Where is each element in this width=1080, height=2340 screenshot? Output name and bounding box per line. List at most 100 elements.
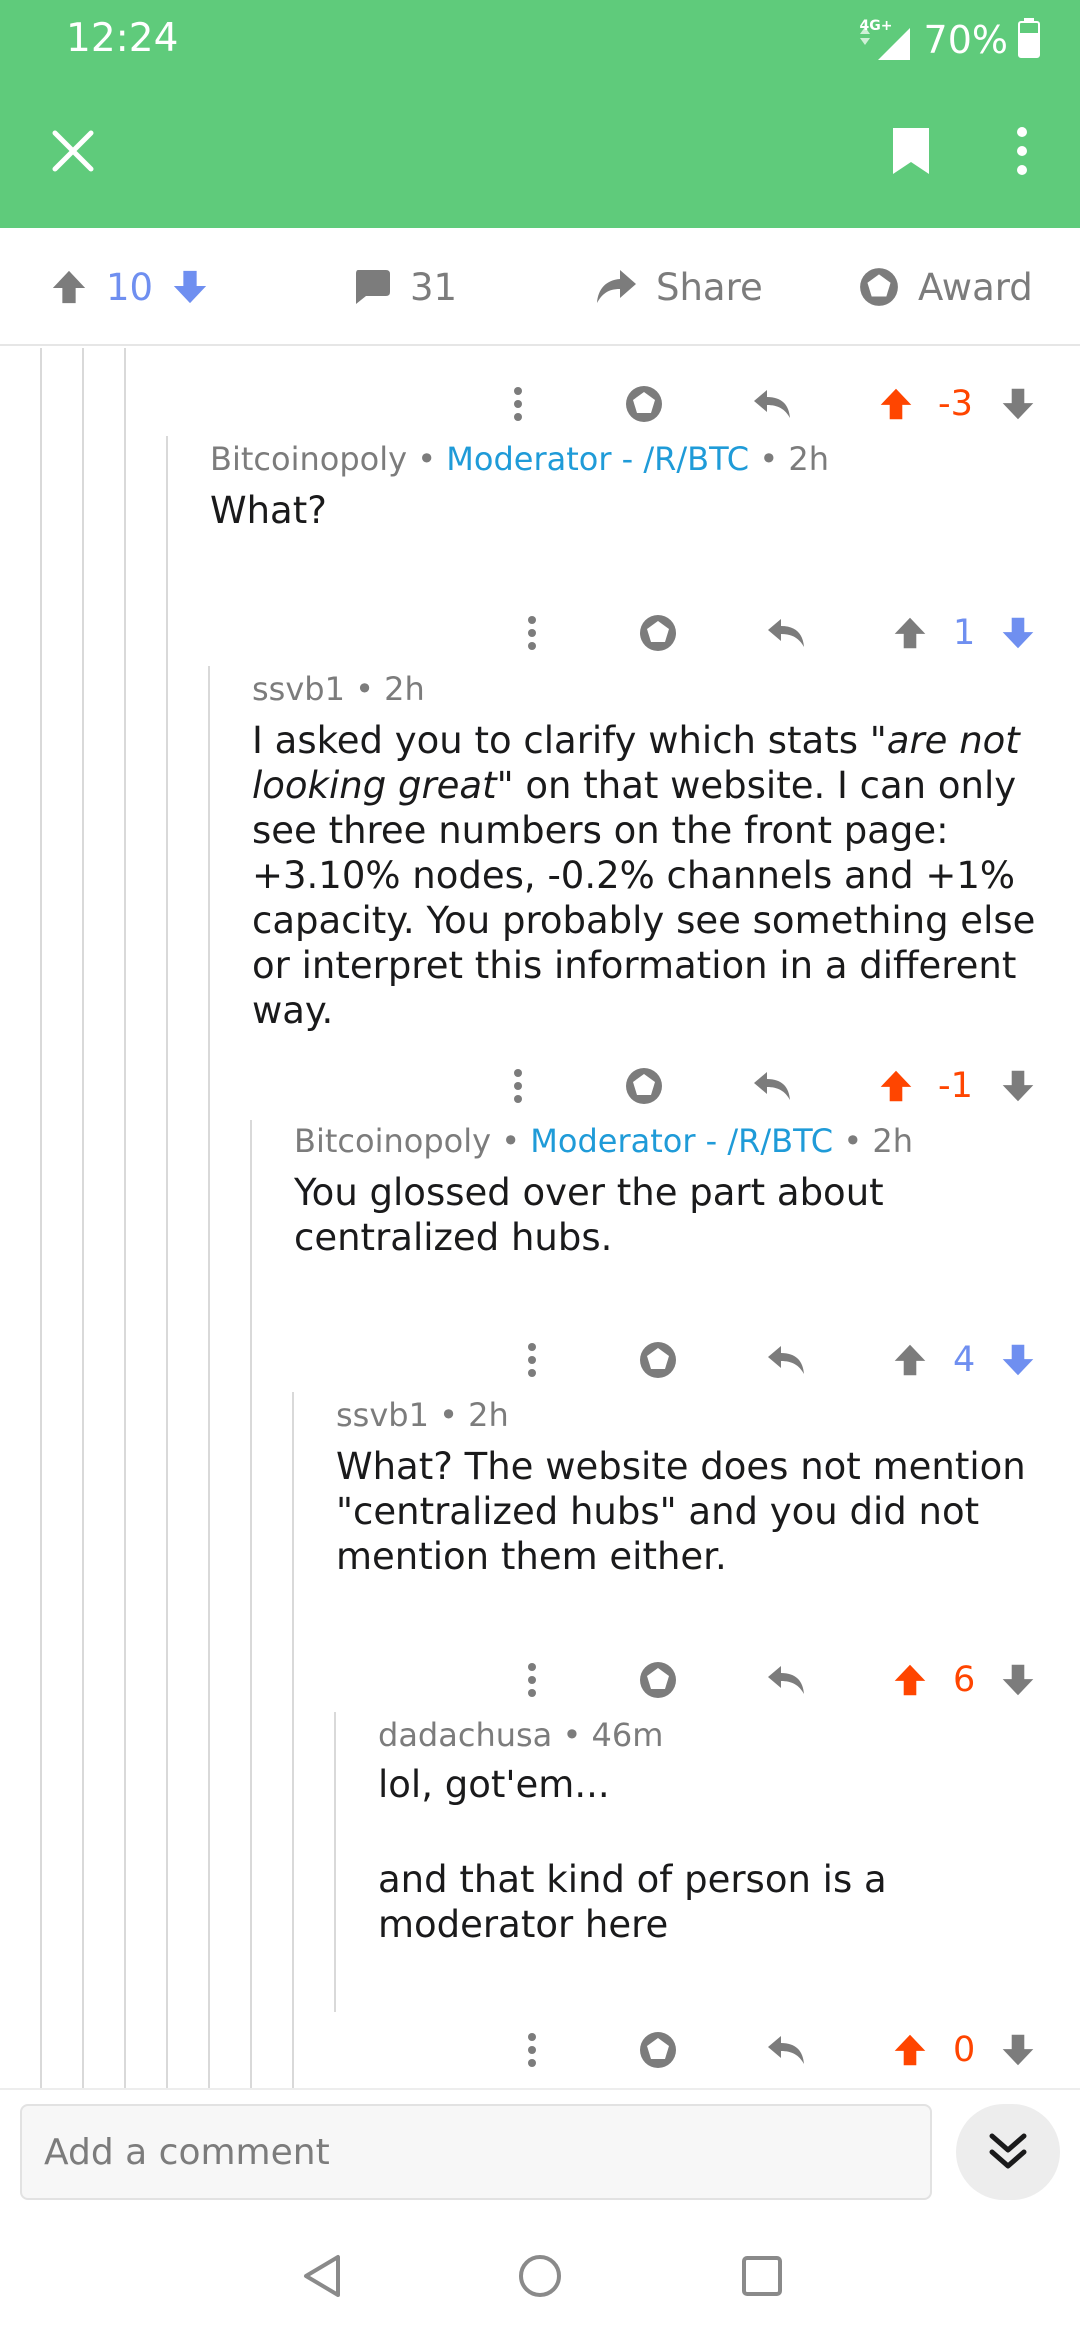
- upvote-button[interactable]: [876, 374, 916, 434]
- comment-thread-screen: 12:24 4G+ 70% 10 31 Share Award -3 Bitco…: [0, 0, 1080, 2340]
- comment-author[interactable]: ssvb1: [336, 1396, 429, 1434]
- comment-more-button[interactable]: [510, 2020, 554, 2080]
- comment-more-button[interactable]: [496, 374, 540, 434]
- separator-dot: •: [501, 1122, 531, 1160]
- separator-dot: •: [417, 440, 447, 478]
- more-options-button[interactable]: [996, 120, 1048, 182]
- award-icon: [640, 615, 676, 651]
- thread-line: [250, 1120, 252, 2088]
- comment-count: 31: [410, 265, 458, 309]
- reply-arrow-icon: [754, 390, 790, 418]
- upvote-button[interactable]: [890, 1330, 930, 1390]
- upvote-button[interactable]: [890, 2020, 930, 2080]
- comment-actions: -1: [0, 1056, 1080, 1116]
- comment-text: and that kind of person is a moderator h…: [378, 1858, 887, 1946]
- post-action-bar: 10 31 Share Award: [0, 228, 1080, 346]
- comment-actions: 0: [0, 2020, 1080, 2080]
- more-vertical-icon: [1017, 127, 1027, 175]
- award-button[interactable]: [636, 1330, 680, 1390]
- award-icon: [860, 268, 898, 306]
- home-button[interactable]: [500, 2236, 580, 2316]
- separator-dot: •: [562, 1716, 592, 1754]
- comment-author[interactable]: dadachusa: [378, 1716, 552, 1754]
- comment-age: 2h: [384, 670, 425, 708]
- comment-actions: -3: [0, 374, 1080, 434]
- award-button[interactable]: Award: [858, 228, 1033, 346]
- separator-dot: •: [759, 440, 789, 478]
- comment-more-button[interactable]: [496, 1056, 540, 1116]
- downvote-button[interactable]: [998, 2020, 1038, 2080]
- downvote-arrow-icon: [1002, 617, 1034, 649]
- comments-button[interactable]: 31: [352, 228, 457, 346]
- downvote-button[interactable]: [998, 374, 1038, 434]
- reply-arrow-icon: [768, 1346, 804, 1374]
- reply-button[interactable]: [762, 1650, 810, 1710]
- system-nav-bar: [0, 2214, 1080, 2340]
- comment-more-button[interactable]: [510, 1330, 554, 1390]
- comment-age: 2h: [788, 440, 829, 478]
- upvote-button[interactable]: [890, 603, 930, 663]
- comment-body: You glossed over the part about centrali…: [294, 1171, 884, 1259]
- award-button[interactable]: [636, 1650, 680, 1710]
- award-button[interactable]: [622, 1056, 666, 1116]
- reply-button[interactable]: [762, 2020, 810, 2080]
- reply-button[interactable]: [748, 1056, 796, 1116]
- downvote-button[interactable]: [998, 1056, 1038, 1116]
- comment-more-button[interactable]: [510, 603, 554, 663]
- close-button[interactable]: [42, 120, 104, 182]
- recents-button[interactable]: [722, 2236, 802, 2316]
- downvote-arrow-icon[interactable]: [171, 268, 209, 306]
- add-comment-input[interactable]: Add a comment: [20, 2104, 932, 2200]
- comment-body: lol, got'em... and that kind of person i…: [378, 1762, 1068, 1947]
- award-icon: [640, 2032, 676, 2068]
- share-arrow-icon: [597, 270, 636, 303]
- comment-age: 46m: [591, 1716, 664, 1754]
- upvote-button[interactable]: [876, 1056, 916, 1116]
- post-vote-control: 10: [50, 228, 209, 346]
- upvote-arrow-icon[interactable]: [50, 268, 88, 306]
- comment-meta: Bitcoinopoly • Moderator - /R/BTC • 2h: [210, 440, 829, 478]
- status-time: 12:24: [66, 16, 179, 61]
- reply-button[interactable]: [762, 603, 810, 663]
- more-vertical-icon: [528, 616, 536, 650]
- comment-author[interactable]: ssvb1: [252, 670, 345, 708]
- comment-meta: dadachusa • 46m: [378, 1716, 663, 1754]
- comment-author[interactable]: Bitcoinopoly: [294, 1122, 491, 1160]
- back-button[interactable]: [282, 2236, 362, 2316]
- collapse-thread-button[interactable]: [956, 2104, 1060, 2200]
- share-button[interactable]: Share: [594, 228, 763, 346]
- downvote-arrow-icon: [1002, 1664, 1034, 1696]
- reply-button[interactable]: [762, 1330, 810, 1390]
- comment-score: 4: [953, 1340, 976, 1380]
- separator-dot: •: [355, 670, 385, 708]
- app-header: 12:24 4G+ 70%: [0, 0, 1080, 228]
- upvote-arrow-icon: [880, 1070, 912, 1102]
- comment-author[interactable]: Bitcoinopoly: [210, 440, 407, 478]
- reply-button[interactable]: [748, 374, 796, 434]
- comment-meta: ssvb1 • 2h: [252, 670, 425, 708]
- double-chevron-down-icon: [989, 2133, 1027, 2169]
- comment-body: What?: [210, 489, 327, 532]
- downvote-button[interactable]: [998, 603, 1038, 663]
- upvote-button[interactable]: [890, 1650, 930, 1710]
- signal-icon: 4G+: [858, 18, 914, 62]
- downvote-button[interactable]: [998, 1330, 1038, 1390]
- comment-actions: 4: [0, 1330, 1080, 1390]
- comment-thread: -3 Bitcoinopoly • Moderator - /R/BTC • 2…: [0, 348, 1080, 2088]
- bookmark-button[interactable]: [880, 120, 942, 182]
- comment-actions: 6: [0, 1650, 1080, 1710]
- downvote-arrow-icon: [1002, 1070, 1034, 1102]
- award-button[interactable]: [636, 603, 680, 663]
- post-vote-count: 10: [106, 265, 154, 309]
- status-icons: 4G+ 70%: [858, 14, 1040, 66]
- downvote-arrow-icon: [1002, 1344, 1034, 1376]
- award-button[interactable]: [636, 2020, 680, 2080]
- award-button[interactable]: [622, 374, 666, 434]
- downvote-button[interactable]: [998, 1650, 1038, 1710]
- comment-score: -3: [938, 384, 973, 424]
- separator-dot: •: [843, 1122, 873, 1160]
- more-vertical-icon: [514, 387, 522, 421]
- moderator-flair: Moderator - /R/BTC: [446, 440, 750, 478]
- comment-body: What? The website does not mention "cent…: [336, 1445, 1026, 1578]
- comment-more-button[interactable]: [510, 1650, 554, 1710]
